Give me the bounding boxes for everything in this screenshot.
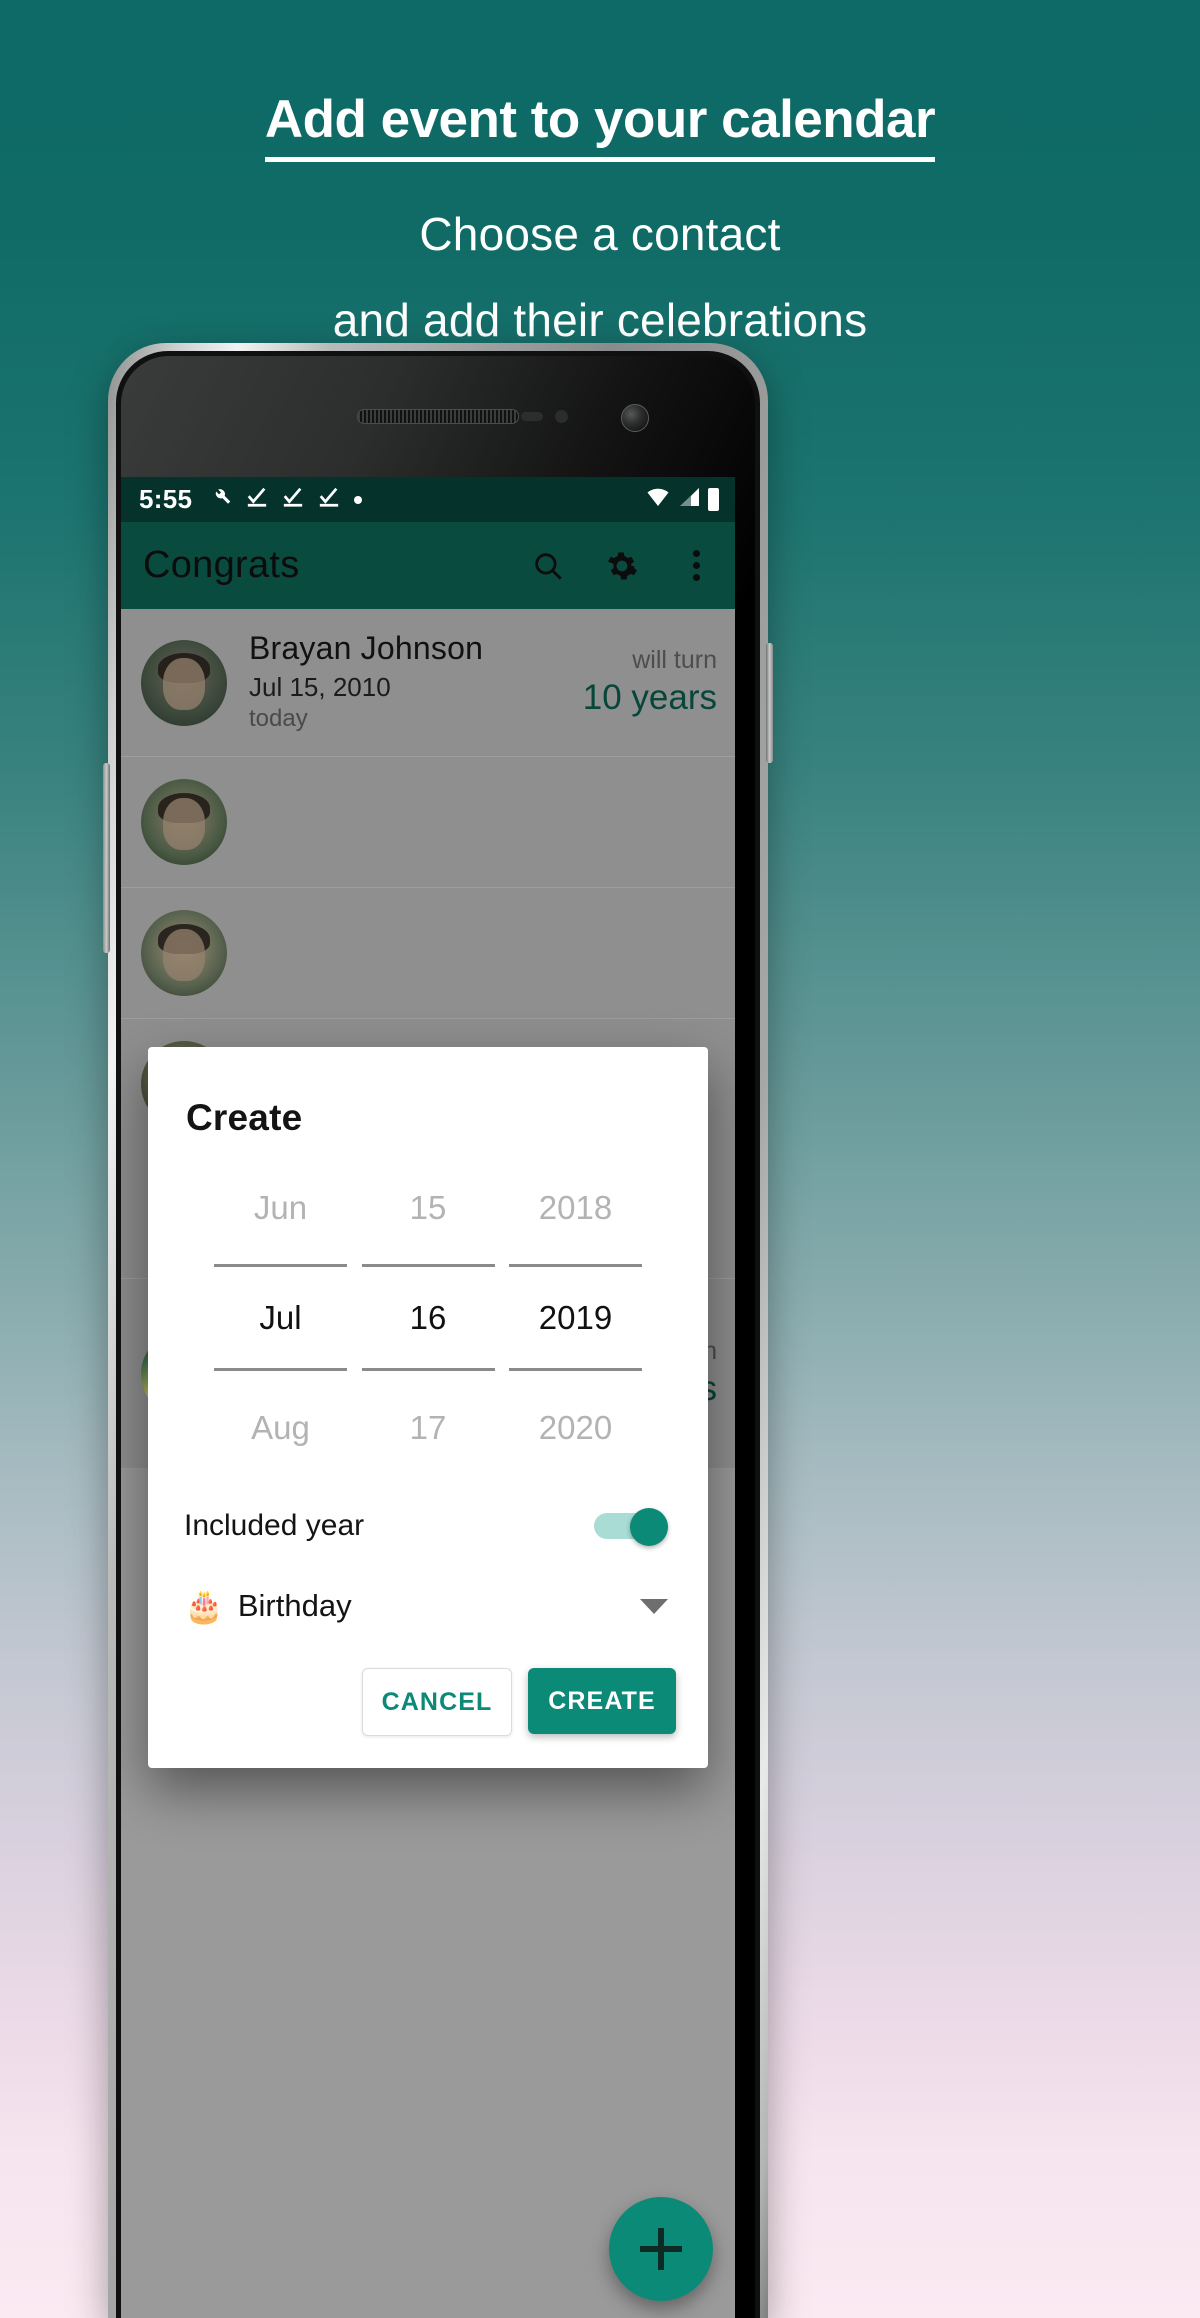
day-selected-value[interactable]: 16 bbox=[356, 1301, 501, 1334]
promo-title: Add event to your calendar bbox=[264, 92, 936, 162]
month-next-value[interactable]: Aug bbox=[208, 1411, 353, 1444]
month-previous-value[interactable]: Jun bbox=[208, 1191, 353, 1224]
phone-power-button[interactable] bbox=[766, 643, 773, 763]
phone-screen: 5:55 Congrats Brayan Johnson Jul 15, 201… bbox=[121, 477, 735, 2318]
month-spinner[interactable]: Jun Jul Aug bbox=[208, 1191, 353, 1444]
year-spinner[interactable]: 2018 2019 2020 bbox=[503, 1191, 648, 1444]
event-type-dropdown[interactable]: 🎂 Birthday bbox=[148, 1544, 708, 1624]
year-next-value[interactable]: 2020 bbox=[503, 1411, 648, 1444]
create-event-dialog: Create Jun Jul Aug 15 16 17 2018 2019 20… bbox=[148, 1047, 708, 1768]
year-selected-value[interactable]: 2019 bbox=[503, 1301, 648, 1334]
day-previous-value[interactable]: 15 bbox=[356, 1191, 501, 1224]
phone-front-camera bbox=[621, 404, 649, 432]
phone-bezel: 5:55 Congrats Brayan Johnson Jul 15, 201… bbox=[121, 356, 755, 2318]
chevron-down-icon[interactable] bbox=[640, 1598, 668, 1614]
phone-mockup: 5:55 Congrats Brayan Johnson Jul 15, 201… bbox=[103, 343, 773, 2318]
day-spinner[interactable]: 15 16 17 bbox=[356, 1191, 501, 1444]
dialog-actions: CANCEL CREATE bbox=[148, 1624, 708, 1768]
month-selected-value[interactable]: Jul bbox=[208, 1301, 353, 1334]
included-year-label: Included year bbox=[184, 1509, 365, 1542]
promo-subtitle-line-2: and add their celebrations bbox=[332, 293, 868, 346]
phone-volume-button[interactable] bbox=[103, 763, 110, 953]
phone-light-sensor bbox=[555, 410, 568, 423]
year-previous-value[interactable]: 2018 bbox=[503, 1191, 648, 1224]
day-next-value[interactable]: 17 bbox=[356, 1411, 501, 1444]
promo-header: Add event to your calendar Choose a cont… bbox=[0, 0, 1200, 343]
birthday-cake-icon: 🎂 bbox=[184, 1588, 224, 1624]
event-type-label: Birthday bbox=[237, 1588, 352, 1623]
create-button[interactable]: CREATE bbox=[528, 1668, 676, 1734]
phone-earpiece-speaker bbox=[357, 409, 519, 424]
included-year-toggle[interactable] bbox=[594, 1508, 668, 1546]
plus-icon bbox=[640, 2228, 682, 2270]
dialog-title: Create bbox=[186, 1097, 303, 1138]
toggle-thumb bbox=[630, 1508, 668, 1546]
cancel-button[interactable]: CANCEL bbox=[362, 1668, 512, 1736]
included-year-row: Included year bbox=[148, 1444, 708, 1546]
date-picker: Jun Jul Aug 15 16 17 2018 2019 2020 bbox=[148, 1139, 708, 1444]
promo-subtitle-line-1: Choose a contact bbox=[419, 207, 781, 260]
add-event-fab[interactable] bbox=[609, 2197, 713, 2301]
phone-proximity-sensor bbox=[521, 412, 543, 421]
